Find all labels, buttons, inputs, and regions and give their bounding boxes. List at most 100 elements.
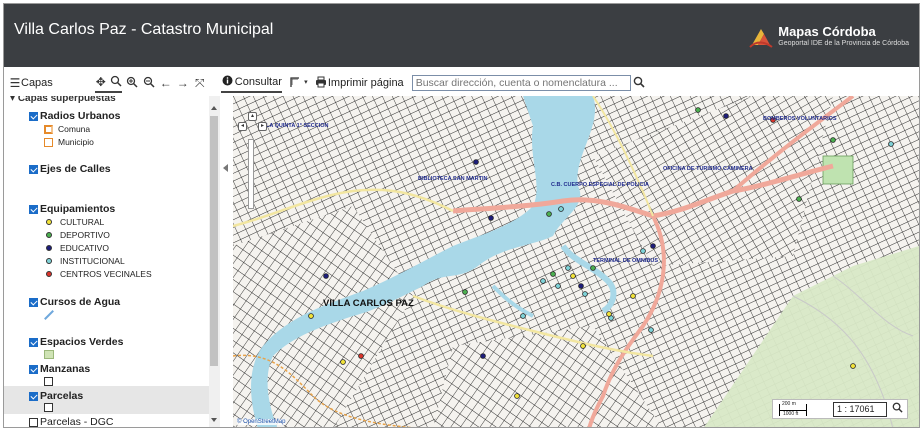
layer-checkbox[interactable] (29, 337, 38, 347)
map-label: BOMBEROS VOLUNTARIOS (763, 116, 837, 122)
legend-verde (44, 350, 59, 359)
layer-label: Equipamientos (40, 203, 116, 215)
layer-cursos-de-agua[interactable]: Cursos de Agua (29, 296, 120, 308)
legend-agua (44, 310, 59, 320)
app-window: Villa Carlos Paz - Catastro Municipal Ma… (3, 3, 920, 428)
collapse-panel-icon[interactable] (223, 164, 228, 172)
zoom-in-icon[interactable] (110, 75, 122, 89)
toolbar: ☰ Capas ✥ ← → ⤧ Consultar ▾ Imprimir pág… (4, 72, 919, 94)
layer-checkbox[interactable] (29, 364, 38, 374)
city-label: VILLA CARLOS PAZ (323, 298, 414, 309)
layer-checkbox[interactable] (29, 111, 38, 121)
legend-label: CENTROS VECINALES (60, 269, 152, 279)
map-canvas (233, 96, 919, 427)
forward-icon[interactable]: → (176, 76, 190, 90)
layers-label: Capas (21, 77, 53, 89)
info-icon (221, 75, 235, 89)
scale-input[interactable]: 1 : 17061 (833, 402, 887, 417)
chevron-down-icon: ▾ (304, 79, 308, 86)
scroll-down-icon[interactable] (211, 418, 217, 422)
legend-institucional: INSTITUCIONAL (44, 256, 125, 266)
search-icon[interactable] (633, 76, 647, 90)
layer-checkbox[interactable] (29, 297, 38, 307)
layer-manzanas[interactable]: Manzanas (29, 363, 90, 375)
consultar-button[interactable]: Consultar (220, 74, 282, 93)
print-button[interactable]: Imprimir página (314, 73, 404, 93)
navigation-tools-more: ← → ⤧ (125, 73, 207, 93)
deportivo-dot-icon (46, 232, 52, 238)
legend-label: Municipio (58, 137, 94, 147)
search-input[interactable] (411, 75, 631, 91)
scale-control: 200 m 1000 ft 1 : 17061 (772, 399, 908, 419)
institucional-dot-icon (46, 258, 52, 264)
cultural-dot-icon (46, 219, 52, 225)
print-icon (314, 76, 328, 90)
mapas-cordoba-logo[interactable]: Mapas Córdoba Geoportal IDE de la Provin… (748, 21, 909, 51)
legend-municipio: Municipio (44, 137, 94, 147)
scale-search-icon[interactable] (892, 402, 905, 416)
map-label: LA QUINTA 1° SECCION (266, 123, 329, 129)
logo-subtitle: Geoportal IDE de la Provincia de Córdoba (778, 39, 909, 47)
layer-checkbox[interactable] (29, 164, 38, 174)
map-label: OFICINA DE TURISMO CAMINERA (663, 166, 753, 172)
header-bar: Villa Carlos Paz - Catastro Municipal Ma… (4, 4, 919, 67)
back-icon[interactable]: ← (159, 76, 173, 90)
layer-espacios-verdes[interactable]: Espacios Verdes (29, 336, 123, 348)
legend-centros-vecinales: CENTROS VECINALES (44, 269, 152, 279)
scroll-up-icon[interactable] (211, 106, 217, 110)
layer-parcelas[interactable]: Parcelas (29, 390, 83, 402)
app-title: Villa Carlos Paz - Catastro Municipal (14, 21, 274, 38)
tree-root-label: Capas superpuestas (17, 96, 116, 104)
layer-label: Manzanas (40, 363, 91, 375)
menu-icon: ☰ (9, 76, 21, 90)
layer-label: Parcelas - DGC (40, 416, 114, 428)
scroll-thumb[interactable] (210, 116, 218, 366)
legend-label: Comuna (58, 124, 91, 134)
layer-label: Cursos de Agua (40, 296, 121, 308)
layer-checkbox[interactable] (29, 417, 38, 427)
layer-tree: ▾ Capas superpuestas Radios Urbanos Comu… (4, 96, 209, 428)
layer-checkbox[interactable] (29, 204, 38, 214)
layer-parcelas-dgc[interactable]: Parcelas - DGC (29, 416, 114, 428)
full-extent-icon[interactable]: ⤧ (193, 76, 207, 90)
pan-up-icon[interactable]: ▴ (248, 112, 257, 121)
map-label: C.B. CUERPO ESPECIAL DE POLICIA (551, 182, 649, 188)
logo-mark-icon (749, 29, 773, 48)
tree-root-overlays[interactable]: ▾ Capas superpuestas (10, 96, 116, 104)
legend-label: DEPORTIVO (60, 230, 110, 240)
pan-icon[interactable]: ✥ (95, 75, 107, 89)
parcel-outline-icon (44, 403, 53, 412)
layer-radios-urbanos[interactable]: Radios Urbanos (29, 110, 121, 122)
measure-icon (288, 76, 302, 90)
comuna-symbol-icon (44, 124, 53, 134)
panel-scrollbar[interactable] (209, 96, 220, 427)
legend-comuna: Comuna (44, 124, 90, 134)
zoom-box-icon[interactable] (125, 76, 139, 90)
layer-ejes-de-calles[interactable]: Ejes de Calles (29, 163, 111, 175)
map-attribution[interactable]: © OpenStreetMap (237, 419, 286, 425)
layer-label: Espacios Verdes (40, 336, 124, 348)
map-view[interactable]: LA QUINTA 1° SECCION BIBLIOTECA SAN MART… (233, 96, 919, 427)
centros-vecinales-dot-icon (46, 271, 52, 277)
logo-name: Mapas Córdoba (778, 23, 876, 39)
layer-checkbox[interactable] (29, 391, 38, 401)
scale-feet: 1000 ft (783, 411, 799, 417)
layers-button[interactable]: ☰ Capas (9, 73, 53, 93)
legend-label: CULTURAL (60, 217, 105, 227)
print-label: Imprimir página (327, 77, 404, 89)
layer-label: Radios Urbanos (40, 110, 121, 122)
map-label: BIBLIOTECA SAN MARTIN (418, 176, 488, 182)
municipio-symbol-icon (44, 137, 53, 147)
pan-right-icon[interactable]: ▸ (258, 122, 267, 131)
legend-manzanas (44, 377, 58, 386)
measure-button[interactable]: ▾ (288, 73, 310, 93)
pan-left-icon[interactable]: ◂ (238, 122, 247, 131)
zoom-slider[interactable] (248, 139, 254, 209)
water-line-icon (44, 310, 54, 320)
layer-equipamientos[interactable]: Equipamientos (29, 203, 115, 215)
legend-label: EDUCATIVO (60, 243, 109, 253)
layers-panel: ▾ Capas superpuestas Radios Urbanos Comu… (4, 96, 222, 428)
educativo-dot-icon (46, 245, 52, 251)
zoom-out-icon[interactable] (142, 76, 156, 90)
consultar-label: Consultar (234, 75, 282, 88)
